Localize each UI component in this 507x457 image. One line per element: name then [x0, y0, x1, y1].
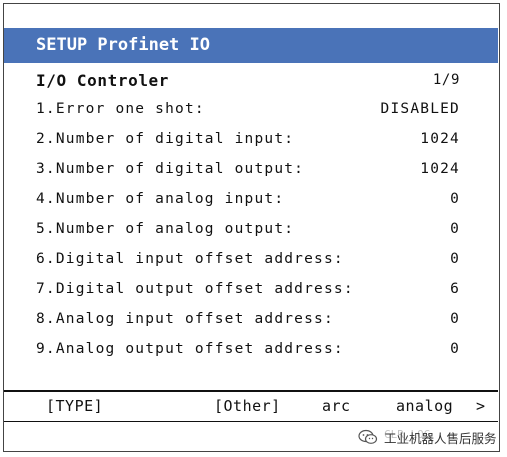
setting-value[interactable]: 0 [450, 221, 460, 237]
setting-label: 6.Digital input offset address: [36, 251, 344, 267]
setting-label: 4.Number of analog input: [36, 191, 285, 207]
setting-label: 2.Number of digital input: [36, 131, 295, 147]
setting-row-analog-input-offset[interactable]: 8.Analog input offset address: 0 [36, 304, 460, 334]
watermark-text: 工业机器人售后服务 [384, 430, 497, 446]
setting-value[interactable]: 0 [450, 341, 460, 357]
setting-row-digital-output-offset[interactable]: 7.Digital output offset address: 6 [36, 274, 460, 304]
settings-list: I/O Controler 1/9 1.Error one shot: DISA… [36, 66, 460, 364]
section-name: I/O Controler [36, 70, 170, 90]
setting-row-digital-input-offset[interactable]: 6.Digital input offset address: 0 [36, 244, 460, 274]
setting-value[interactable]: DISABLED [381, 101, 460, 117]
wechat-icon [358, 429, 378, 445]
setting-value[interactable]: 0 [450, 191, 460, 207]
setting-label: 1.Error one shot: [36, 101, 205, 117]
setting-value[interactable]: 1024 [420, 161, 460, 177]
setting-label: 7.Digital output offset address: [36, 281, 354, 297]
page-indicator: 1/9 [432, 72, 460, 88]
setting-label: 8.Analog input offset address: [36, 311, 334, 327]
setting-row-analog-output[interactable]: 5.Number of analog output: 0 [36, 214, 460, 244]
other-softkey[interactable]: [Other] [214, 397, 281, 415]
setting-value[interactable]: 6 [450, 281, 460, 297]
softkey-bar: [TYPE] [Other] arc analog > [4, 392, 498, 420]
watermark: 工业机器人售后服务 [358, 426, 497, 448]
screen-title: SETUP Profinet IO [4, 28, 498, 63]
setting-label: 9.Analog output offset address: [36, 341, 344, 357]
setting-value[interactable]: 0 [450, 311, 460, 327]
arc-softkey[interactable]: arc [322, 397, 351, 415]
setting-row-digital-input[interactable]: 2.Number of digital input: 1024 [36, 124, 460, 154]
softkey-divider-bottom [4, 421, 498, 422]
analog-softkey[interactable]: analog [396, 397, 453, 415]
setting-label: 3.Number of digital output: [36, 161, 305, 177]
setting-row-digital-output[interactable]: 3.Number of digital output: 1024 [36, 154, 460, 184]
setting-row-analog-input[interactable]: 4.Number of analog input: 0 [36, 184, 460, 214]
section-header: I/O Controler 1/9 [36, 66, 460, 94]
type-softkey[interactable]: [TYPE] [46, 397, 103, 415]
next-page-softkey[interactable]: > [476, 397, 486, 415]
setting-row-analog-output-offset[interactable]: 9.Analog output offset address: 0 [36, 334, 460, 364]
setting-label: 5.Number of analog output: [36, 221, 295, 237]
setting-value[interactable]: 1024 [420, 131, 460, 147]
setting-row-error-one-shot[interactable]: 1.Error one shot: DISABLED [36, 94, 460, 124]
setting-value[interactable]: 0 [450, 251, 460, 267]
